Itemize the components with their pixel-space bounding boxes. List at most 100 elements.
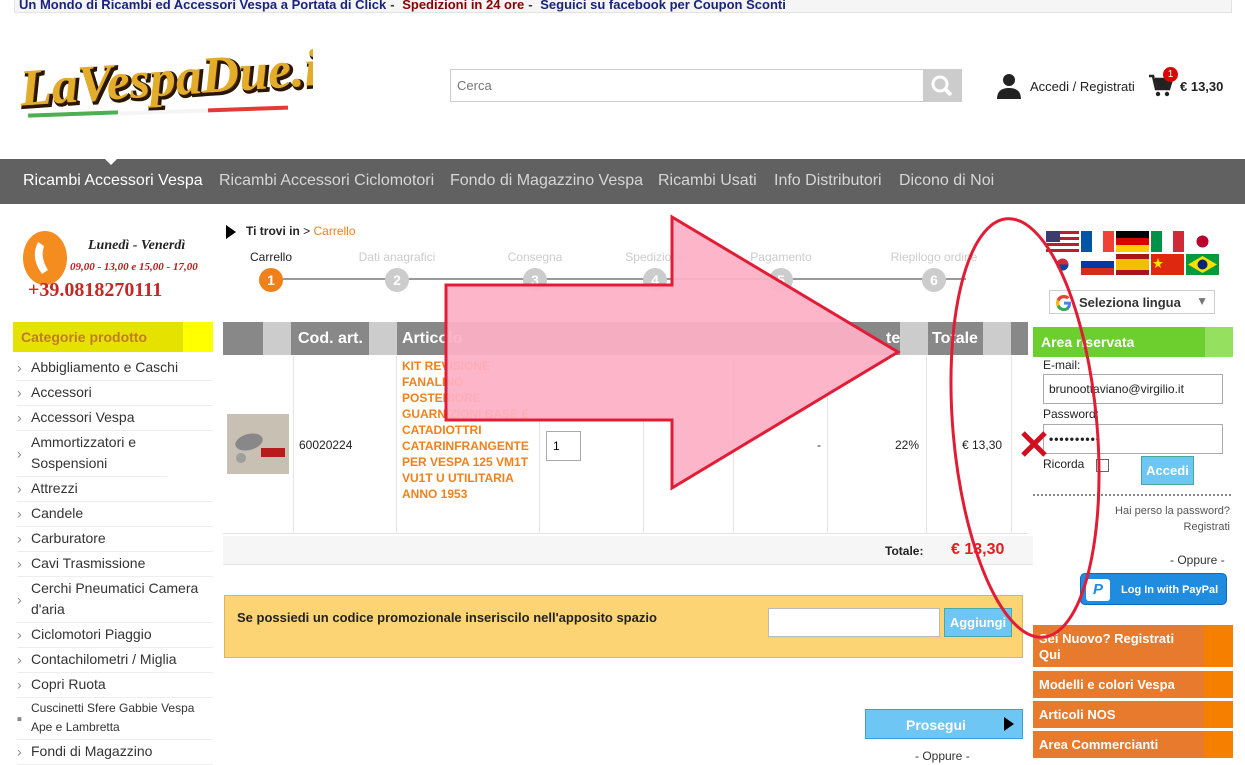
email-field[interactable]	[1043, 374, 1223, 404]
category-item[interactable]: Contachilometri / Miglia	[17, 648, 213, 673]
register-link[interactable]: Registrati	[1040, 519, 1230, 535]
remember-label: Ricorda	[1043, 457, 1085, 471]
merchants-area-box[interactable]: Area Commercianti	[1033, 731, 1233, 758]
nav-item-ricambi-usati[interactable]: Ricambi Usati	[658, 172, 757, 190]
facebook-text[interactable]: Seguici su facebook per Coupon Sconti	[540, 0, 786, 12]
tagline-text: Un Mondo di Ricambi ed Accessori Vespa a…	[19, 0, 387, 12]
reserved-area-title: Area riservata	[1041, 334, 1135, 350]
or-separator: - Oppure -	[1170, 553, 1225, 567]
nav-item-fondo-magazzino[interactable]: Fondo di Magazzino Vespa	[450, 172, 643, 190]
category-item[interactable]: Cavi Trasmissione	[17, 552, 213, 577]
quantity-input[interactable]	[546, 431, 581, 461]
separator: -	[528, 0, 533, 12]
total-label: Totale:	[885, 544, 924, 558]
search-input[interactable]	[451, 70, 925, 101]
row-total: € 13,30	[962, 438, 1003, 452]
paypal-icon: P	[1086, 579, 1110, 601]
breadcrumb-arrow-icon	[226, 224, 236, 239]
search-button[interactable]	[923, 70, 961, 101]
user-icon	[997, 74, 1021, 99]
password-label: Password:	[1043, 407, 1100, 421]
categories-title: Categorie prodotto	[21, 329, 147, 345]
breadcrumb-prefix: Ti trovi in	[246, 224, 300, 238]
category-item[interactable]: Ammortizzatori e Sospensioni	[17, 431, 167, 477]
promo-box: Se possiedi un codice promozionale inser…	[224, 595, 1023, 658]
phone-days: Lunedì - Venerdì	[88, 238, 186, 253]
flag-cn-icon[interactable]	[1151, 254, 1184, 275]
category-item[interactable]: Fondi di Magazzino	[17, 740, 213, 765]
step-cart: Carrello 1	[221, 250, 321, 292]
flag-us-icon[interactable]	[1046, 231, 1079, 252]
cart-amount: € 13,30	[1180, 79, 1224, 94]
language-select[interactable]: Seleziona lingua ▼	[1049, 290, 1215, 314]
or-separator: - Oppure -	[915, 749, 970, 763]
promo-code-input[interactable]	[768, 608, 940, 637]
col-article: Articolo	[402, 330, 463, 347]
svg-text:LaVespaDue.it: LaVespaDue.it	[18, 40, 313, 118]
categories-header: Categorie prodotto	[13, 322, 213, 352]
category-item[interactable]: Carburatore	[17, 527, 213, 552]
shipping-text: Spedizioni in 24 ore	[402, 0, 525, 12]
breadcrumb: Ti trovi in > Carrello	[226, 224, 356, 239]
category-item[interactable]: Copri Ruota	[17, 673, 213, 698]
promo-apply-button[interactable]: Aggiungi	[944, 608, 1012, 637]
password-field[interactable]	[1043, 424, 1223, 454]
breadcrumb-current[interactable]: Carrello	[314, 224, 356, 238]
flag-it-icon[interactable]	[1151, 231, 1184, 252]
product-name-link[interactable]: KIT REVISIONE FANALINO POSTERIORE GUARNI…	[402, 358, 542, 502]
login-button[interactable]: Accedi	[1141, 456, 1194, 485]
flag-fr-icon[interactable]	[1081, 231, 1114, 252]
step-personal-data: Dati anagrafici 2	[347, 250, 447, 292]
nav-item-info-distributori[interactable]: Info Distributori	[774, 172, 882, 190]
proceed-button[interactable]: Prosegui	[865, 709, 1023, 739]
category-item[interactable]: Ciclomotori Piaggio	[17, 623, 213, 648]
chevron-down-icon: ▼	[1196, 294, 1208, 308]
vat-value: 22%	[895, 438, 920, 452]
remember-checkbox[interactable]	[1096, 459, 1109, 472]
category-item[interactable]: Accessori	[17, 381, 213, 406]
paypal-login-button[interactable]: P Log In with PayPal	[1080, 573, 1227, 605]
category-item[interactable]: Cerchi Pneumatici Camera d'aria	[17, 577, 213, 623]
flag-br-icon[interactable]	[1186, 254, 1219, 275]
col-total: Totale	[926, 322, 1011, 355]
step-delivery: Consegna 3	[485, 250, 585, 292]
promo-text: Se possiedi un codice promozionale inser…	[237, 610, 657, 625]
nav-item-dicono-di-noi[interactable]: Dicono di Noi	[899, 172, 994, 190]
paypal-label: Log In with PayPal	[1121, 584, 1219, 596]
cart-total-row: Totale: € 13,30	[223, 536, 1033, 565]
separator: -	[390, 0, 395, 12]
nos-articles-box[interactable]: Articoli NOS	[1033, 701, 1233, 728]
col-vat: te	[868, 322, 928, 355]
vespa-models-box[interactable]: Modelli e colori Vespa	[1033, 671, 1233, 698]
google-icon	[1056, 295, 1071, 311]
category-item[interactable]: Cuscinetti Sfere Gabbie Vespa Ape e Lamb…	[17, 698, 213, 740]
categories-list: Abbigliamento e Caschi Accessori Accesso…	[17, 356, 213, 765]
flag-jp-icon[interactable]	[1186, 231, 1219, 252]
active-indicator-caret	[105, 159, 117, 165]
flag-kr-icon[interactable]	[1046, 254, 1079, 275]
phone-hours: 09,00 - 13,00 e 15,00 - 17,00	[70, 261, 198, 273]
category-item[interactable]: Candele	[17, 502, 213, 527]
divider	[1033, 494, 1231, 496]
account-label: Accedi / Registrati	[1030, 79, 1135, 94]
search-box	[450, 69, 962, 102]
phone-number: +39.0818270111	[28, 279, 163, 301]
category-item[interactable]: Attrezzi	[17, 477, 213, 502]
forgot-links: Hai perso la password? Registrati	[1040, 503, 1230, 535]
category-item[interactable]: Abbigliamento e Caschi	[17, 356, 213, 381]
forgot-password-link[interactable]: Hai perso la password?	[1040, 503, 1230, 519]
flag-ru-icon[interactable]	[1081, 254, 1114, 275]
flag-de-icon[interactable]	[1116, 231, 1149, 252]
nav-item-ricambi-ciclomotori[interactable]: Ricambi Accessori Ciclomotori	[219, 172, 434, 190]
step-payment: Pagamento 5	[731, 250, 831, 292]
category-item[interactable]: Accessori Vespa	[17, 406, 213, 431]
flag-es-icon[interactable]	[1116, 254, 1149, 275]
step-shipping: Spedizione 4	[605, 250, 705, 292]
top-announcement-bar: Un Mondo di Ricambi ed Accessori Vespa a…	[14, 0, 1232, 13]
phone-banner: Lunedì - Venerdì 09,00 - 13,00 e 15,00 -…	[20, 228, 205, 306]
nav-item-ricambi-vespa[interactable]: Ricambi Accessori Vespa	[23, 172, 203, 190]
register-new-box[interactable]: Sei Nuovo? Registrati Qui	[1033, 625, 1233, 667]
step-summary: Riepilogo ordine 6	[884, 250, 984, 292]
site-logo[interactable]: LaVespaDue.it LaVespaDue.it	[18, 40, 313, 130]
product-thumbnail[interactable]	[227, 414, 289, 474]
